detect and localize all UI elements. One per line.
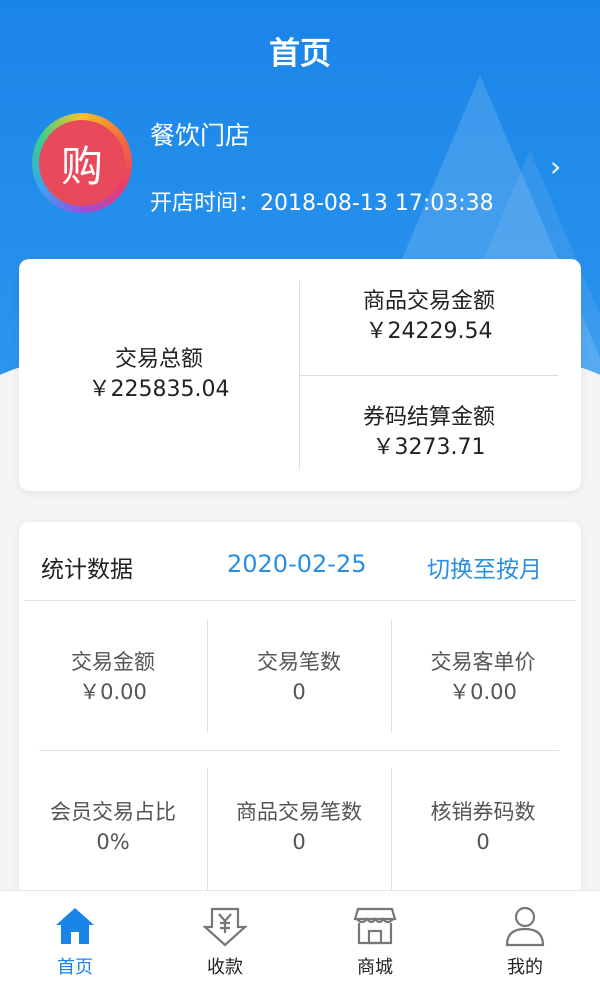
- stat-label: 核销券码数: [430, 800, 536, 824]
- tab-mall[interactable]: 商城: [300, 891, 450, 990]
- bottom-tab-bar: 首页 收款 商城 我的: [0, 890, 600, 990]
- stat-cell-member-ratio: 会员交易占比 0%: [25, 767, 201, 887]
- stat-label: 交易金额: [71, 650, 155, 674]
- stat-value: ￥0.00: [79, 680, 147, 704]
- stat-cell-goods-count: 商品交易笔数 0: [211, 767, 387, 887]
- stat-value: 0: [292, 830, 306, 854]
- divider: [391, 768, 392, 902]
- store-name[interactable]: 餐饮门店: [150, 116, 250, 152]
- stat-label: 商品交易笔数: [236, 800, 362, 824]
- store-avatar[interactable]: 购: [32, 113, 132, 213]
- tab-label: 收款: [207, 957, 243, 978]
- total-amount-label: 交易总额: [114, 347, 203, 372]
- stat-label: 交易客单价: [430, 650, 536, 674]
- tab-label: 商城: [357, 957, 393, 978]
- stat-label: 会员交易占比: [50, 800, 176, 824]
- divider: [391, 620, 392, 732]
- goods-amount-block[interactable]: 商品交易金额 ￥24229.54: [300, 259, 558, 375]
- divider: [207, 768, 208, 902]
- tab-label: 首页: [57, 957, 93, 978]
- chevron-right-icon[interactable]: ›: [550, 150, 561, 183]
- goods-amount-value: ￥24229.54: [365, 319, 493, 344]
- user-icon: [505, 906, 545, 947]
- stat-cell-trade-amount: 交易金额 ￥0.00: [25, 617, 201, 737]
- stat-label: 交易笔数: [257, 650, 341, 674]
- divider: [207, 620, 208, 732]
- page-title: 首页: [269, 36, 331, 72]
- stat-value: 0: [476, 830, 490, 854]
- shopping-bag-icon: 购: [39, 120, 125, 206]
- switch-to-month-button[interactable]: 切换至按月: [427, 550, 542, 584]
- stat-cell-trade-count: 交易笔数 0: [211, 617, 387, 737]
- total-amount-value: ￥225835.04: [88, 377, 230, 402]
- stat-cell-avg-price: 交易客单价 ￥0.00: [395, 617, 571, 737]
- stat-value: 0: [292, 680, 306, 704]
- tab-collect[interactable]: 收款: [150, 891, 300, 990]
- tab-mine[interactable]: 我的: [450, 891, 600, 990]
- coupon-amount-block[interactable]: 券码结算金额 ￥3273.71: [300, 375, 558, 491]
- tab-home[interactable]: 首页: [0, 891, 150, 990]
- divider: [23, 600, 577, 601]
- shop-icon: [353, 907, 397, 945]
- stats-date-picker[interactable]: 2020-02-25: [227, 550, 366, 578]
- divider: [39, 750, 559, 751]
- stat-value: 0%: [96, 830, 130, 854]
- store-open-time: 开店时间：2018-08-13 17:03:38: [150, 191, 494, 216]
- stats-card: 统计数据 2020-02-25 切换至按月 交易金额 ￥0.00 交易笔数 0 …: [19, 522, 581, 902]
- total-amount-block[interactable]: 交易总额 ￥225835.04: [19, 259, 299, 491]
- coupon-amount-value: ￥3273.71: [372, 435, 486, 460]
- stats-title: 统计数据: [41, 557, 133, 583]
- yen-download-icon: [203, 907, 247, 947]
- summary-card: 交易总额 ￥225835.04 商品交易金额 ￥24229.54 券码结算金额 …: [19, 259, 581, 491]
- stat-cell-coupon-count: 核销券码数 0: [395, 767, 571, 887]
- stat-value: ￥0.00: [449, 680, 517, 704]
- goods-amount-label: 商品交易金额: [362, 289, 495, 314]
- coupon-amount-label: 券码结算金额: [362, 405, 495, 430]
- tab-label: 我的: [507, 957, 543, 978]
- home-icon: [56, 908, 94, 944]
